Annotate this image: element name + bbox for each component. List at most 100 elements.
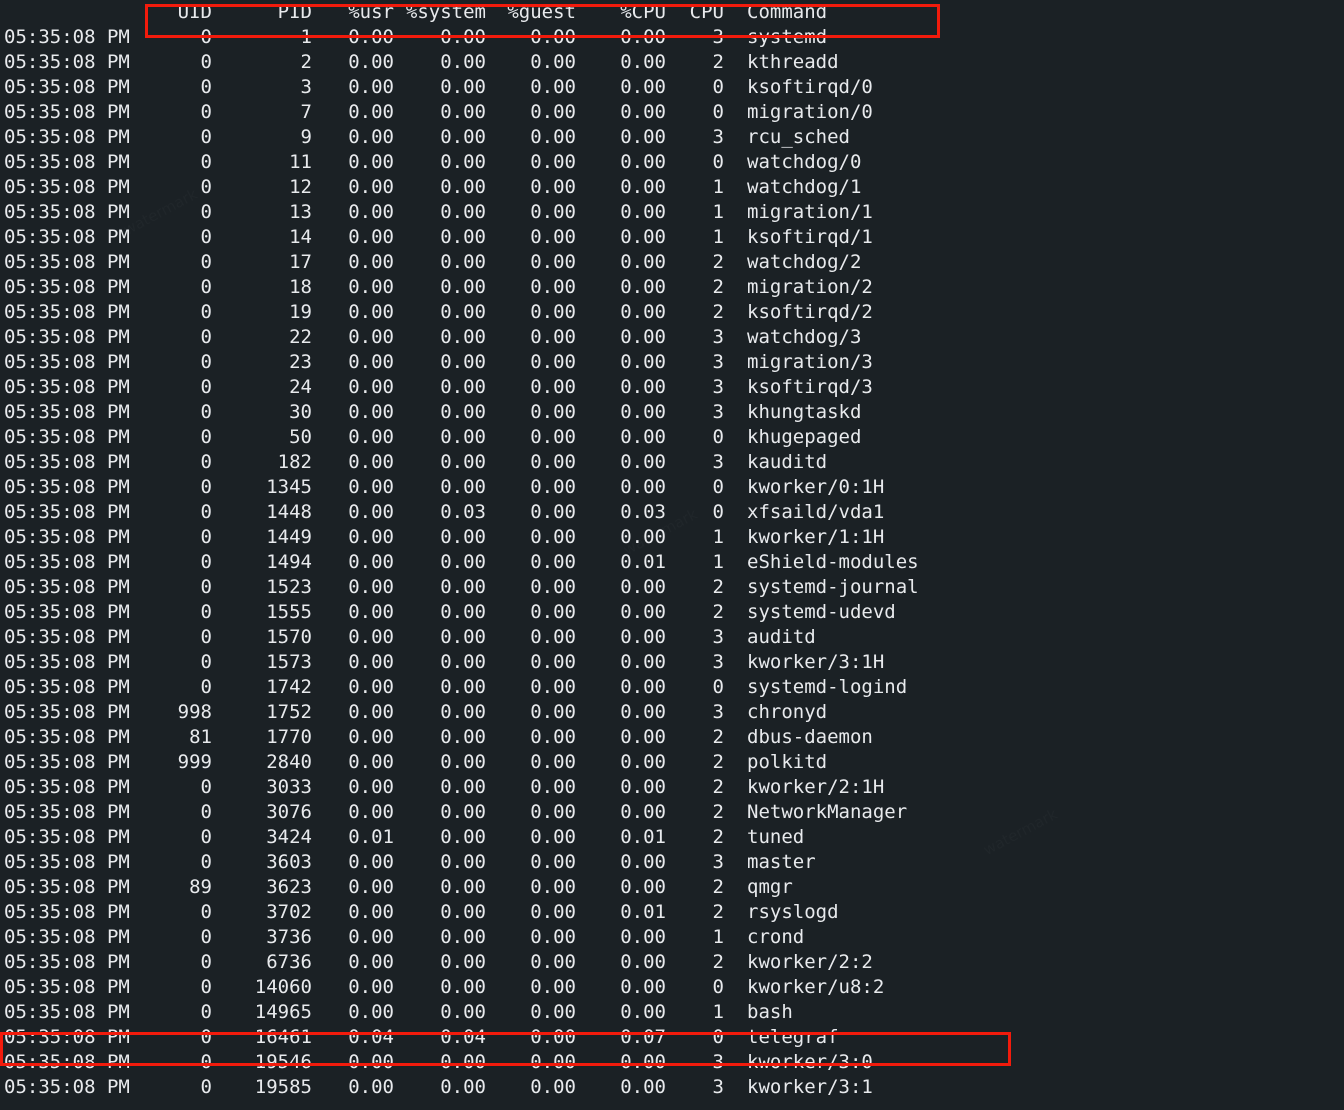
cell-system: 0.00	[440, 976, 486, 998]
table-row: 05:35:08 PM 0 9 0.00 0.00 0.00 0.00 3 rcu_sched	[0, 125, 1344, 150]
cell-guest: 0.00	[530, 401, 576, 423]
cell-time: 05:35:08 PM	[4, 801, 130, 823]
cell-guest: 0.00	[530, 101, 576, 123]
table-row: 05:35:08 PM 0 14 0.00 0.00 0.00 0.00 1 ksoftirqd…	[0, 225, 1344, 250]
cell-cpu: 3	[712, 401, 724, 423]
cell-cpu: 0	[712, 1026, 724, 1048]
cell-command: ksoftirqd/1	[747, 226, 873, 248]
cell-cpu: 1	[712, 201, 724, 223]
cell-system: 0.00	[440, 101, 486, 123]
cell-usr: 0.00	[348, 1051, 394, 1073]
cell-cpu_pct: 0.00	[620, 676, 666, 698]
cell-guest: 0.00	[530, 326, 576, 348]
table-row: 05:35:08 PM 0 3033 0.00 0.00 0.00 0.00 2 kworker…	[0, 775, 1344, 800]
cell-pid: 2	[300, 51, 312, 73]
cell-cpu_pct: 0.00	[620, 451, 666, 473]
cell-usr: 0.00	[348, 376, 394, 398]
cell-guest: 0.00	[530, 176, 576, 198]
cell-uid: 999	[177, 751, 212, 773]
cell-command: rcu_sched	[747, 126, 850, 148]
cell-uid: 0	[200, 801, 212, 823]
cell-usr: 0.00	[348, 726, 394, 748]
cell-command: crond	[747, 926, 805, 948]
header-cell-uid: UID	[177, 1, 212, 23]
table-row: 05:35:08 PM 998 1752 0.00 0.00 0.00 0.00 3 chron…	[0, 700, 1344, 725]
cell-uid: 0	[200, 1001, 212, 1023]
cell-pid: 182	[277, 451, 312, 473]
header-cell-usr: %usr	[348, 1, 394, 23]
cell-cpu: 1	[712, 1001, 724, 1023]
cell-guest: 0.00	[530, 526, 576, 548]
cell-usr: 0.00	[348, 576, 394, 598]
cell-usr: 0.00	[348, 51, 394, 73]
cell-uid: 0	[200, 451, 212, 473]
cell-time: 05:35:08 PM	[4, 676, 130, 698]
table-row: 05:35:08 PM 0 1570 0.00 0.00 0.00 0.00 3 auditd	[0, 625, 1344, 650]
table-row: 05:35:08 PM 0 3736 0.00 0.00 0.00 0.00 1 crond	[0, 925, 1344, 950]
cell-cpu_pct: 0.07	[620, 1026, 666, 1048]
cell-cpu_pct: 0.00	[620, 76, 666, 98]
cell-guest: 0.00	[530, 676, 576, 698]
cell-usr: 0.00	[348, 851, 394, 873]
cell-pid: 3	[300, 76, 312, 98]
cell-uid: 81	[189, 726, 212, 748]
cell-command: tuned	[747, 826, 805, 848]
table-row: 05:35:08 PM 0 14060 0.00 0.00 0.00 0.00 0 kworke…	[0, 975, 1344, 1000]
cell-pid: 14965	[254, 1001, 312, 1023]
cell-command: kauditd	[747, 451, 828, 473]
cell-cpu: 2	[712, 726, 724, 748]
table-row: 05:35:08 PM 0 2 0.00 0.00 0.00 0.00 2 kthreadd	[0, 50, 1344, 75]
cell-uid: 0	[200, 901, 212, 923]
cell-time: 05:35:08 PM	[4, 351, 130, 373]
cell-system: 0.00	[440, 926, 486, 948]
cell-cpu: 3	[712, 126, 724, 148]
cell-usr: 0.00	[348, 526, 394, 548]
cell-command: bash	[747, 1001, 793, 1023]
cell-time: 05:35:08 PM	[4, 1001, 130, 1023]
cell-time: 05:35:08 PM	[4, 901, 130, 923]
cell-time: 05:35:08 PM	[4, 651, 130, 673]
cell-cpu_pct: 0.00	[620, 1001, 666, 1023]
header-cell-pid: PID	[277, 1, 312, 23]
cell-usr: 0.00	[348, 976, 394, 998]
cell-command: ksoftirqd/0	[747, 76, 873, 98]
cell-cpu: 1	[712, 176, 724, 198]
cell-system: 0.00	[440, 651, 486, 673]
cell-usr: 0.00	[348, 651, 394, 673]
cell-usr: 0.00	[348, 901, 394, 923]
cell-usr: 0.00	[348, 351, 394, 373]
cell-usr: 0.00	[348, 476, 394, 498]
cell-time: 05:35:08 PM	[4, 51, 130, 73]
header-cell-cpu: CPU	[689, 1, 724, 23]
cell-cpu: 3	[712, 326, 724, 348]
cell-usr: 0.00	[348, 451, 394, 473]
cell-system: 0.00	[440, 751, 486, 773]
cell-usr: 0.00	[348, 201, 394, 223]
cell-usr: 0.00	[348, 326, 394, 348]
cell-time: 05:35:08 PM	[4, 401, 130, 423]
cell-cpu: 1	[712, 551, 724, 573]
cell-system: 0.00	[440, 1051, 486, 1073]
cell-guest: 0.00	[530, 851, 576, 873]
cell-guest: 0.00	[530, 501, 576, 523]
cell-uid: 0	[200, 776, 212, 798]
cell-command: ksoftirqd/2	[747, 301, 873, 323]
cell-system: 0.00	[440, 376, 486, 398]
cell-cpu_pct: 0.00	[620, 201, 666, 223]
cell-command: systemd-journal	[747, 576, 919, 598]
cell-guest: 0.00	[530, 976, 576, 998]
cell-guest: 0.00	[530, 776, 576, 798]
cell-cpu_pct: 0.00	[620, 276, 666, 298]
cell-system: 0.00	[440, 451, 486, 473]
cell-system: 0.00	[440, 326, 486, 348]
cell-cpu_pct: 0.00	[620, 951, 666, 973]
cell-uid: 0	[200, 651, 212, 673]
cell-time: 05:35:08 PM	[4, 851, 130, 873]
cell-usr: 0.00	[348, 226, 394, 248]
cell-command: systemd	[747, 26, 828, 48]
cell-pid: 16461	[254, 1026, 312, 1048]
cell-time: 05:35:08 PM	[4, 201, 130, 223]
cell-guest: 0.00	[530, 751, 576, 773]
cell-cpu: 1	[712, 526, 724, 548]
cell-command: systemd-udevd	[747, 601, 896, 623]
